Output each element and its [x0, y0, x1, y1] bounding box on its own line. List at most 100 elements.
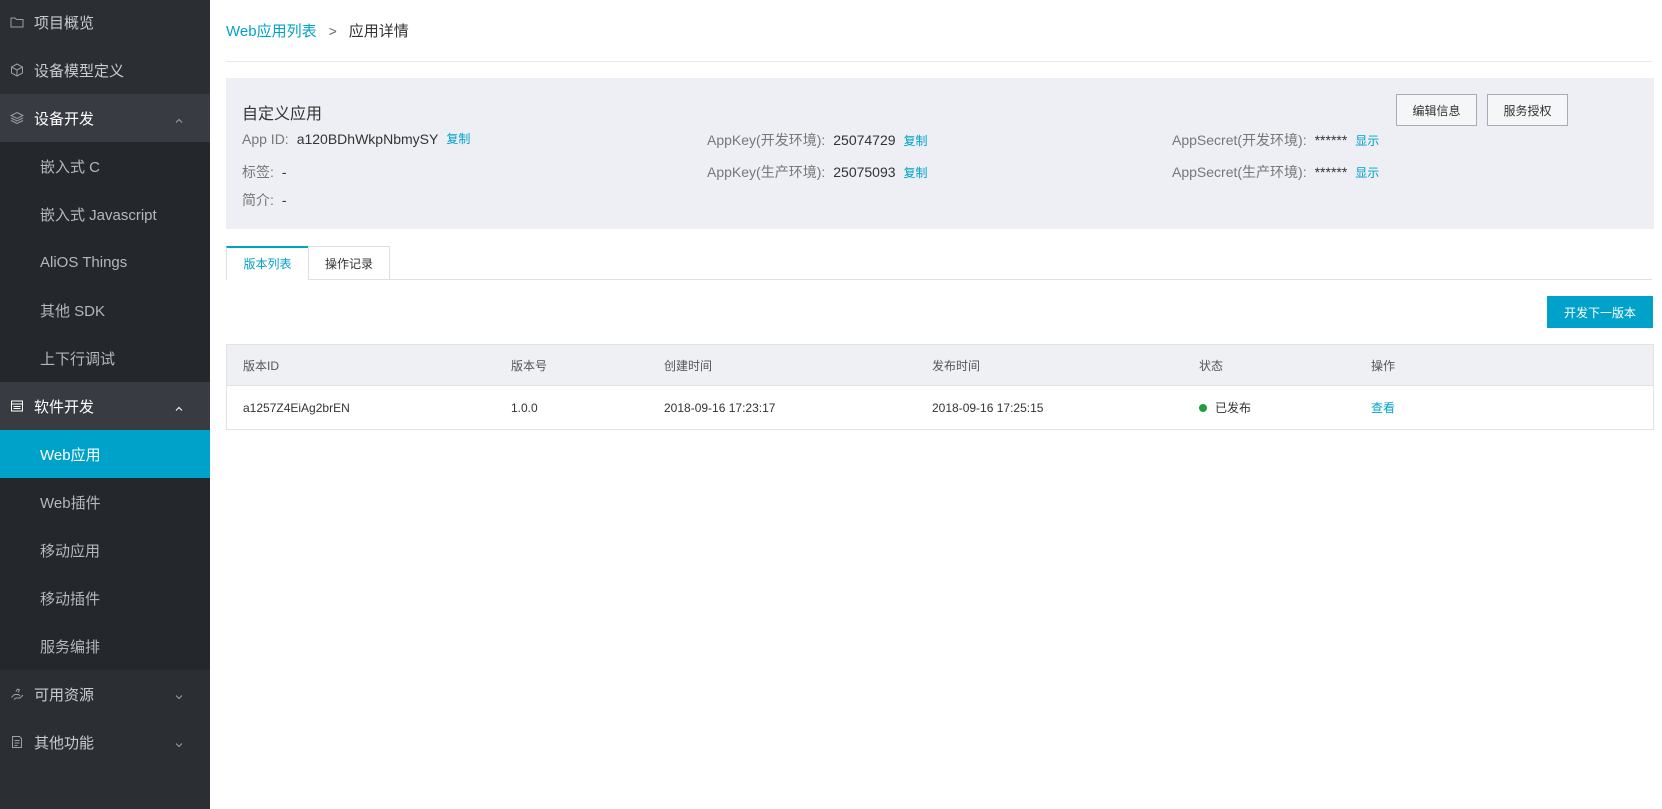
chevron-down-icon [174, 689, 184, 700]
show-secret-dev-link[interactable]: 显示 [1355, 132, 1379, 149]
show-secret-prod-link[interactable]: 显示 [1355, 164, 1379, 181]
published-time-cell: 2018-09-16 17:25:15 [932, 400, 1044, 415]
version-number-cell: 1.0.0 [511, 400, 538, 415]
tab-version-list[interactable]: 版本列表 [226, 246, 309, 280]
hand-icon [10, 687, 24, 701]
sidebar-item-embedded-c[interactable]: 嵌入式 C [0, 142, 210, 190]
sidebar-item-mobile-app[interactable]: 移动应用 [0, 526, 210, 574]
folder-icon [10, 15, 24, 29]
sidebar-item-label: 上下行调试 [40, 350, 116, 368]
sidebar-item-embedded-js[interactable]: 嵌入式 Javascript [0, 190, 210, 238]
window-icon [10, 399, 24, 413]
sidebar-item-other-features[interactable]: 其他功能 [0, 718, 210, 766]
app-id-value: a120BDhWkpNbmySY [296, 130, 439, 147]
layers-icon [10, 111, 24, 125]
chevron-up-icon [174, 401, 184, 411]
tab-operation-log[interactable]: 操作记录 [308, 246, 390, 280]
sidebar-item-label: 移动插件 [40, 590, 101, 608]
sidebar-item-label: 移动应用 [40, 542, 101, 560]
sidebar-item-web-plugin[interactable]: Web插件 [0, 478, 210, 526]
sidebar-item-project-overview[interactable]: 项目概览 [0, 0, 210, 46]
main-content: Web应用列表 > 应用详情 自定义应用 编辑信息 服务授权 App ID: a… [210, 0, 1662, 809]
tag-value: - [281, 164, 287, 180]
app-info-panel: 自定义应用 编辑信息 服务授权 App ID: a120BDhWkpNbmySY… [226, 78, 1654, 229]
column-header: 状态 [1199, 358, 1224, 373]
sidebar: 项目概览 设备模型定义 设备开发 嵌入式 C 嵌入式 Javascript Al… [0, 0, 210, 809]
desc-label: 简介: [242, 192, 274, 208]
develop-next-version-button[interactable]: 开发下一版本 [1547, 296, 1653, 328]
sidebar-item-label: 可用资源 [34, 686, 95, 704]
sidebar-item-service-orchestration[interactable]: 服务编排 [0, 622, 210, 670]
sidebar-item-label: Web插件 [40, 494, 101, 512]
copy-appkey-prod-link[interactable]: 复制 [904, 164, 928, 181]
column-header: 创建时间 [664, 358, 713, 373]
sidebar-item-alios-things[interactable]: AliOS Things [0, 238, 210, 286]
tag-field: 标签: - [242, 162, 287, 182]
desc-value: - [281, 192, 287, 208]
breadcrumb-current: 应用详情 [348, 23, 409, 40]
edit-info-button[interactable]: 编辑信息 [1396, 94, 1477, 126]
sidebar-item-device-dev[interactable]: 设备开发 [0, 94, 210, 142]
column-header: 版本号 [511, 358, 548, 373]
appkey-prod-label: AppKey(生产环境): [707, 164, 826, 180]
sidebar-item-label: 软件开发 [34, 398, 95, 416]
sidebar-item-label: Web应用 [40, 446, 101, 464]
chevron-down-icon [174, 737, 184, 748]
tabs-divider [226, 279, 1652, 280]
sidebar-item-label: 嵌入式 Javascript [40, 206, 157, 224]
status-badge: 已发布 [1215, 401, 1252, 415]
status-cell: 已发布 [1199, 386, 1251, 429]
secret-prod-label: AppSecret(生产环境): [1172, 164, 1307, 180]
table-header: 版本ID 版本号 创建时间 发布时间 状态 操作 [227, 345, 1653, 386]
app-id-field: App ID: a120BDhWkpNbmySY 复制 [242, 130, 470, 147]
secret-dev-label: AppSecret(开发环境): [1172, 132, 1307, 148]
sidebar-item-label: 其他 SDK [40, 302, 106, 320]
header-divider [226, 61, 1652, 62]
status-dot-icon [1199, 403, 1207, 412]
secret-prod-value: ****** [1314, 164, 1348, 180]
sidebar-item-label: 项目概览 [34, 14, 95, 32]
version-table: 版本ID 版本号 创建时间 发布时间 状态 操作 a1257Z4EiAg2brE… [226, 344, 1654, 430]
column-header: 操作 [1371, 358, 1396, 373]
column-header: 发布时间 [932, 358, 981, 373]
view-version-link[interactable]: 查看 [1371, 399, 1395, 416]
cube-icon [10, 63, 24, 77]
document-icon [10, 735, 24, 749]
action-cell: 查看 [1371, 386, 1395, 429]
sidebar-item-device-model[interactable]: 设备模型定义 [0, 46, 210, 94]
appkey-dev-label: AppKey(开发环境): [707, 132, 826, 148]
sidebar-item-label: 设备开发 [34, 110, 95, 128]
sidebar-item-label: 服务编排 [40, 638, 101, 656]
tag-label: 标签: [242, 164, 274, 180]
sidebar-item-label: 嵌入式 C [40, 158, 101, 176]
breadcrumb: Web应用列表 > 应用详情 [226, 20, 409, 41]
secret-prod-field: AppSecret(生产环境): ****** 显示 [1172, 162, 1379, 182]
copy-app-id-link[interactable]: 复制 [446, 130, 470, 147]
table-row: a1257Z4EiAg2brEN 1.0.0 2018-09-16 17:23:… [227, 386, 1653, 429]
sidebar-item-label: AliOS Things [40, 253, 128, 271]
version-id-cell: a1257Z4EiAg2brEN [243, 400, 350, 415]
secret-dev-field: AppSecret(开发环境): ****** 显示 [1172, 130, 1379, 150]
sidebar-item-debug[interactable]: 上下行调试 [0, 334, 210, 382]
app-id-label: App ID: [242, 130, 289, 147]
sidebar-item-other-sdk[interactable]: 其他 SDK [0, 286, 210, 334]
sidebar-item-software-dev[interactable]: 软件开发 [0, 382, 210, 430]
sidebar-item-mobile-plugin[interactable]: 移动插件 [0, 574, 210, 622]
app-title: 自定义应用 [242, 106, 323, 123]
breadcrumb-link-web-app-list[interactable]: Web应用列表 [226, 20, 317, 41]
column-header: 版本ID [243, 358, 280, 373]
appkey-dev-field: AppKey(开发环境): 25074729 复制 [707, 130, 928, 150]
sidebar-item-web-app[interactable]: Web应用 [0, 430, 210, 478]
sidebar-item-label: 设备模型定义 [34, 62, 125, 80]
sidebar-item-resources[interactable]: 可用资源 [0, 670, 210, 718]
breadcrumb-separator: > [328, 22, 337, 39]
chevron-up-icon [174, 113, 184, 123]
secret-dev-value: ****** [1314, 132, 1348, 148]
copy-appkey-dev-link[interactable]: 复制 [904, 132, 928, 149]
appkey-prod-value: 25075093 [833, 164, 896, 180]
appkey-prod-field: AppKey(生产环境): 25075093 复制 [707, 162, 928, 182]
service-auth-button[interactable]: 服务授权 [1487, 94, 1568, 126]
appkey-dev-value: 25074729 [833, 132, 896, 148]
sidebar-item-label: 其他功能 [34, 734, 95, 752]
desc-field: 简介: - [242, 190, 287, 210]
